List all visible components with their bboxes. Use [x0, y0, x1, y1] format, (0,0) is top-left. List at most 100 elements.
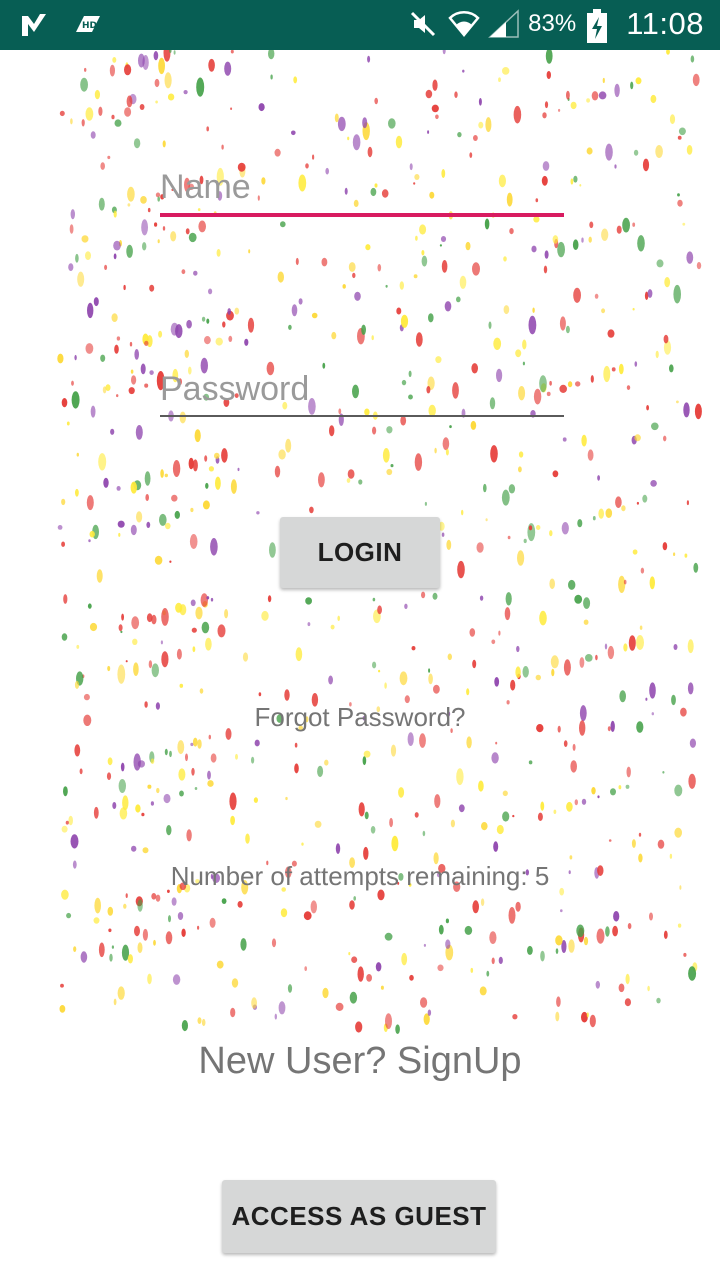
splatter-dot: [540, 950, 545, 962]
splatter-dot: [427, 130, 430, 134]
splatter-dot: [150, 801, 154, 806]
password-input[interactable]: [160, 370, 564, 415]
splatter-dot: [61, 541, 65, 547]
splatter-dot: [148, 660, 153, 669]
splatter-dot: [288, 324, 292, 330]
splatter-dot: [663, 435, 667, 442]
splatter-dot: [491, 752, 499, 764]
splatter-dot: [575, 381, 581, 387]
splatter-dot: [133, 753, 141, 771]
splatter-dot: [192, 646, 196, 653]
splatter-dot: [285, 796, 288, 801]
splatter-dot: [244, 338, 249, 346]
splatter-dot: [572, 239, 579, 250]
splatter-dot: [144, 471, 151, 486]
splatter-dot: [509, 228, 514, 235]
splatter-dot: [280, 908, 288, 918]
splatter-dot: [532, 307, 535, 313]
splatter-dot: [595, 654, 598, 661]
splatter-dot: [335, 843, 341, 854]
splatter-dot: [411, 646, 416, 651]
splatter-dot: [113, 998, 117, 1006]
splatter-dot: [625, 784, 630, 789]
splatter-dot: [610, 788, 616, 796]
splatter-dot: [594, 293, 599, 299]
splatter-dot: [120, 630, 123, 634]
splatter-dot: [502, 811, 510, 822]
splatter-dot: [362, 122, 370, 141]
splatter-dot: [94, 897, 101, 914]
splatter-dot: [597, 795, 600, 799]
splatter-dot: [80, 77, 88, 92]
name-input[interactable]: [160, 168, 564, 213]
splatter-dot: [150, 758, 155, 764]
splatter-dot: [140, 196, 147, 204]
splatter-dot: [114, 119, 122, 127]
splatter-dot: [307, 622, 311, 627]
splatter-dot: [567, 97, 570, 101]
splatter-dot: [591, 91, 599, 101]
splatter-dot: [428, 668, 431, 673]
splatter-dot: [388, 118, 396, 129]
splatter-dot: [81, 119, 85, 127]
splatter-dot: [155, 100, 158, 104]
splatter-dot: [141, 219, 149, 236]
splatter-dot: [354, 291, 361, 301]
signup-link[interactable]: New User? SignUp: [0, 1040, 720, 1083]
splatter-dot: [442, 437, 450, 451]
splatter-dot: [630, 81, 634, 90]
splatter-dot: [221, 448, 228, 463]
splatter-dot: [172, 974, 181, 985]
splatter-dot: [163, 50, 171, 62]
splatter-dot: [353, 896, 357, 901]
splatter-dot: [502, 790, 508, 797]
splatter-dot: [163, 793, 171, 804]
splatter-dot: [555, 948, 559, 954]
splatter-dot: [612, 925, 618, 937]
splatter-dot: [486, 970, 490, 977]
splatter-dot: [328, 675, 333, 685]
splatter-dot: [209, 917, 216, 928]
splatter-dot: [386, 426, 393, 434]
access-as-guest-button[interactable]: ACCESS AS GUEST: [222, 1180, 496, 1253]
splatter-dot: [324, 759, 329, 766]
splatter-dot: [65, 820, 69, 825]
splatter-dot: [583, 597, 591, 609]
splatter-dot: [349, 991, 358, 1004]
forgot-password-link[interactable]: Forgot Password?: [0, 702, 720, 733]
splatter-dot: [419, 733, 426, 748]
splatter-dot: [561, 522, 569, 535]
splatter-dot: [551, 668, 555, 677]
splatter-dot: [155, 894, 161, 902]
splatter-dot: [87, 302, 94, 319]
splatter-dot: [361, 324, 366, 335]
splatter-dot: [632, 222, 636, 227]
splatter-dot: [70, 834, 79, 849]
splatter-dot: [480, 898, 485, 906]
splatter-dot: [494, 677, 500, 687]
splatter-dot: [245, 833, 250, 844]
splatter-dot: [352, 134, 361, 151]
splatter-dot: [230, 107, 233, 110]
splatter-dot: [555, 1011, 560, 1022]
splatter-dot: [434, 447, 437, 454]
splatter-dot: [267, 595, 272, 603]
splatter-dot: [93, 806, 99, 819]
splatter-dot: [278, 449, 286, 460]
splatter-dot: [608, 839, 612, 842]
splatter-dot: [367, 55, 371, 63]
splatter-dot: [669, 114, 676, 125]
splatter-dot: [144, 383, 149, 388]
splatter-dot: [202, 500, 210, 510]
splatter-dot: [431, 104, 439, 113]
splatter-dot: [483, 483, 487, 493]
splatter-dot: [231, 978, 239, 988]
splatter-dot: [197, 1017, 202, 1024]
splatter-dot: [295, 647, 303, 662]
splatter-dot: [235, 753, 238, 760]
splatter-dot: [583, 619, 589, 625]
splatter-dot: [98, 453, 107, 471]
login-button[interactable]: LOGIN: [280, 517, 440, 588]
splatter-dot: [531, 245, 537, 253]
splatter-dot: [556, 996, 561, 1007]
